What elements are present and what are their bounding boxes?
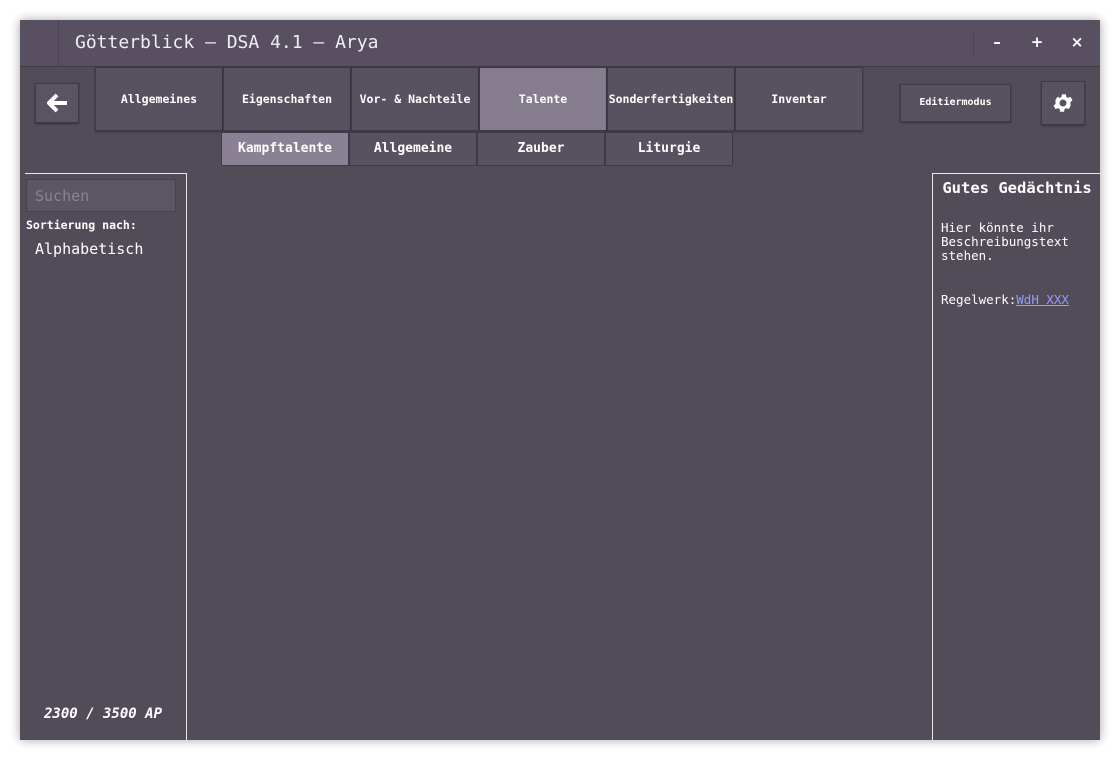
subtab-kampftalente[interactable]: Kampftalente xyxy=(221,132,349,166)
title-bar-divider xyxy=(973,30,974,58)
ruleset-line: Regelwerk:WdH XXX xyxy=(941,292,1069,307)
detail-title: Gutes Gedächtnis xyxy=(942,179,1092,197)
edit-mode-button[interactable]: Editiermodus xyxy=(900,84,1011,122)
gear-icon xyxy=(1053,94,1073,112)
subtab-allgemeine[interactable]: Allgemeine xyxy=(349,132,477,166)
detail-description: Hier könnte ihr Beschreibungstext stehen… xyxy=(941,220,1069,263)
sort-dropdown[interactable]: Alphabetisch xyxy=(35,240,143,258)
back-button[interactable] xyxy=(35,83,79,123)
tab-inventar[interactable]: Inventar xyxy=(735,67,863,131)
tab-talente[interactable]: Talente xyxy=(479,67,607,131)
tab-eigenschaften[interactable]: Eigenschaften xyxy=(223,67,351,131)
close-button[interactable]: × xyxy=(1057,20,1097,66)
search-input[interactable] xyxy=(26,179,176,212)
tab-allgemeines[interactable]: Allgemeines xyxy=(95,67,223,131)
minimize-button[interactable]: – xyxy=(977,20,1017,66)
ruleset-label: Regelwerk: xyxy=(941,292,1017,307)
subtab-zauber[interactable]: Zauber xyxy=(477,132,605,166)
detail-panel: Gutes Gedächtnis Hier könnte ihr Beschre… xyxy=(932,173,1100,740)
title-bar[interactable]: Götterblick – DSA 4.1 – Arya – + × xyxy=(20,20,1100,67)
title-bar-icon-slot xyxy=(20,20,59,66)
settings-button[interactable] xyxy=(1041,81,1085,125)
talent-list-panel: Sortierung nach: Alphabetisch 2300 / 350… xyxy=(20,173,187,740)
app-window: Götterblick – DSA 4.1 – Arya – + × Allge… xyxy=(20,20,1100,740)
ap-counter: 2300 / 3500 AP xyxy=(44,706,163,722)
subtab-liturgie[interactable]: Liturgie xyxy=(605,132,733,166)
maximize-button[interactable]: + xyxy=(1017,20,1057,66)
panel-corner xyxy=(20,173,25,175)
tab-sonderfertigkeiten[interactable]: Sonderfertigkeiten xyxy=(607,67,735,131)
arrow-left-icon xyxy=(47,93,67,113)
window-title: Götterblick – DSA 4.1 – Arya xyxy=(75,32,379,53)
ruleset-link[interactable]: WdH XXX xyxy=(1016,292,1069,307)
sort-label: Sortierung nach: xyxy=(26,218,137,232)
tab-vor-nachteile[interactable]: Vor- & Nachteile xyxy=(351,67,479,131)
